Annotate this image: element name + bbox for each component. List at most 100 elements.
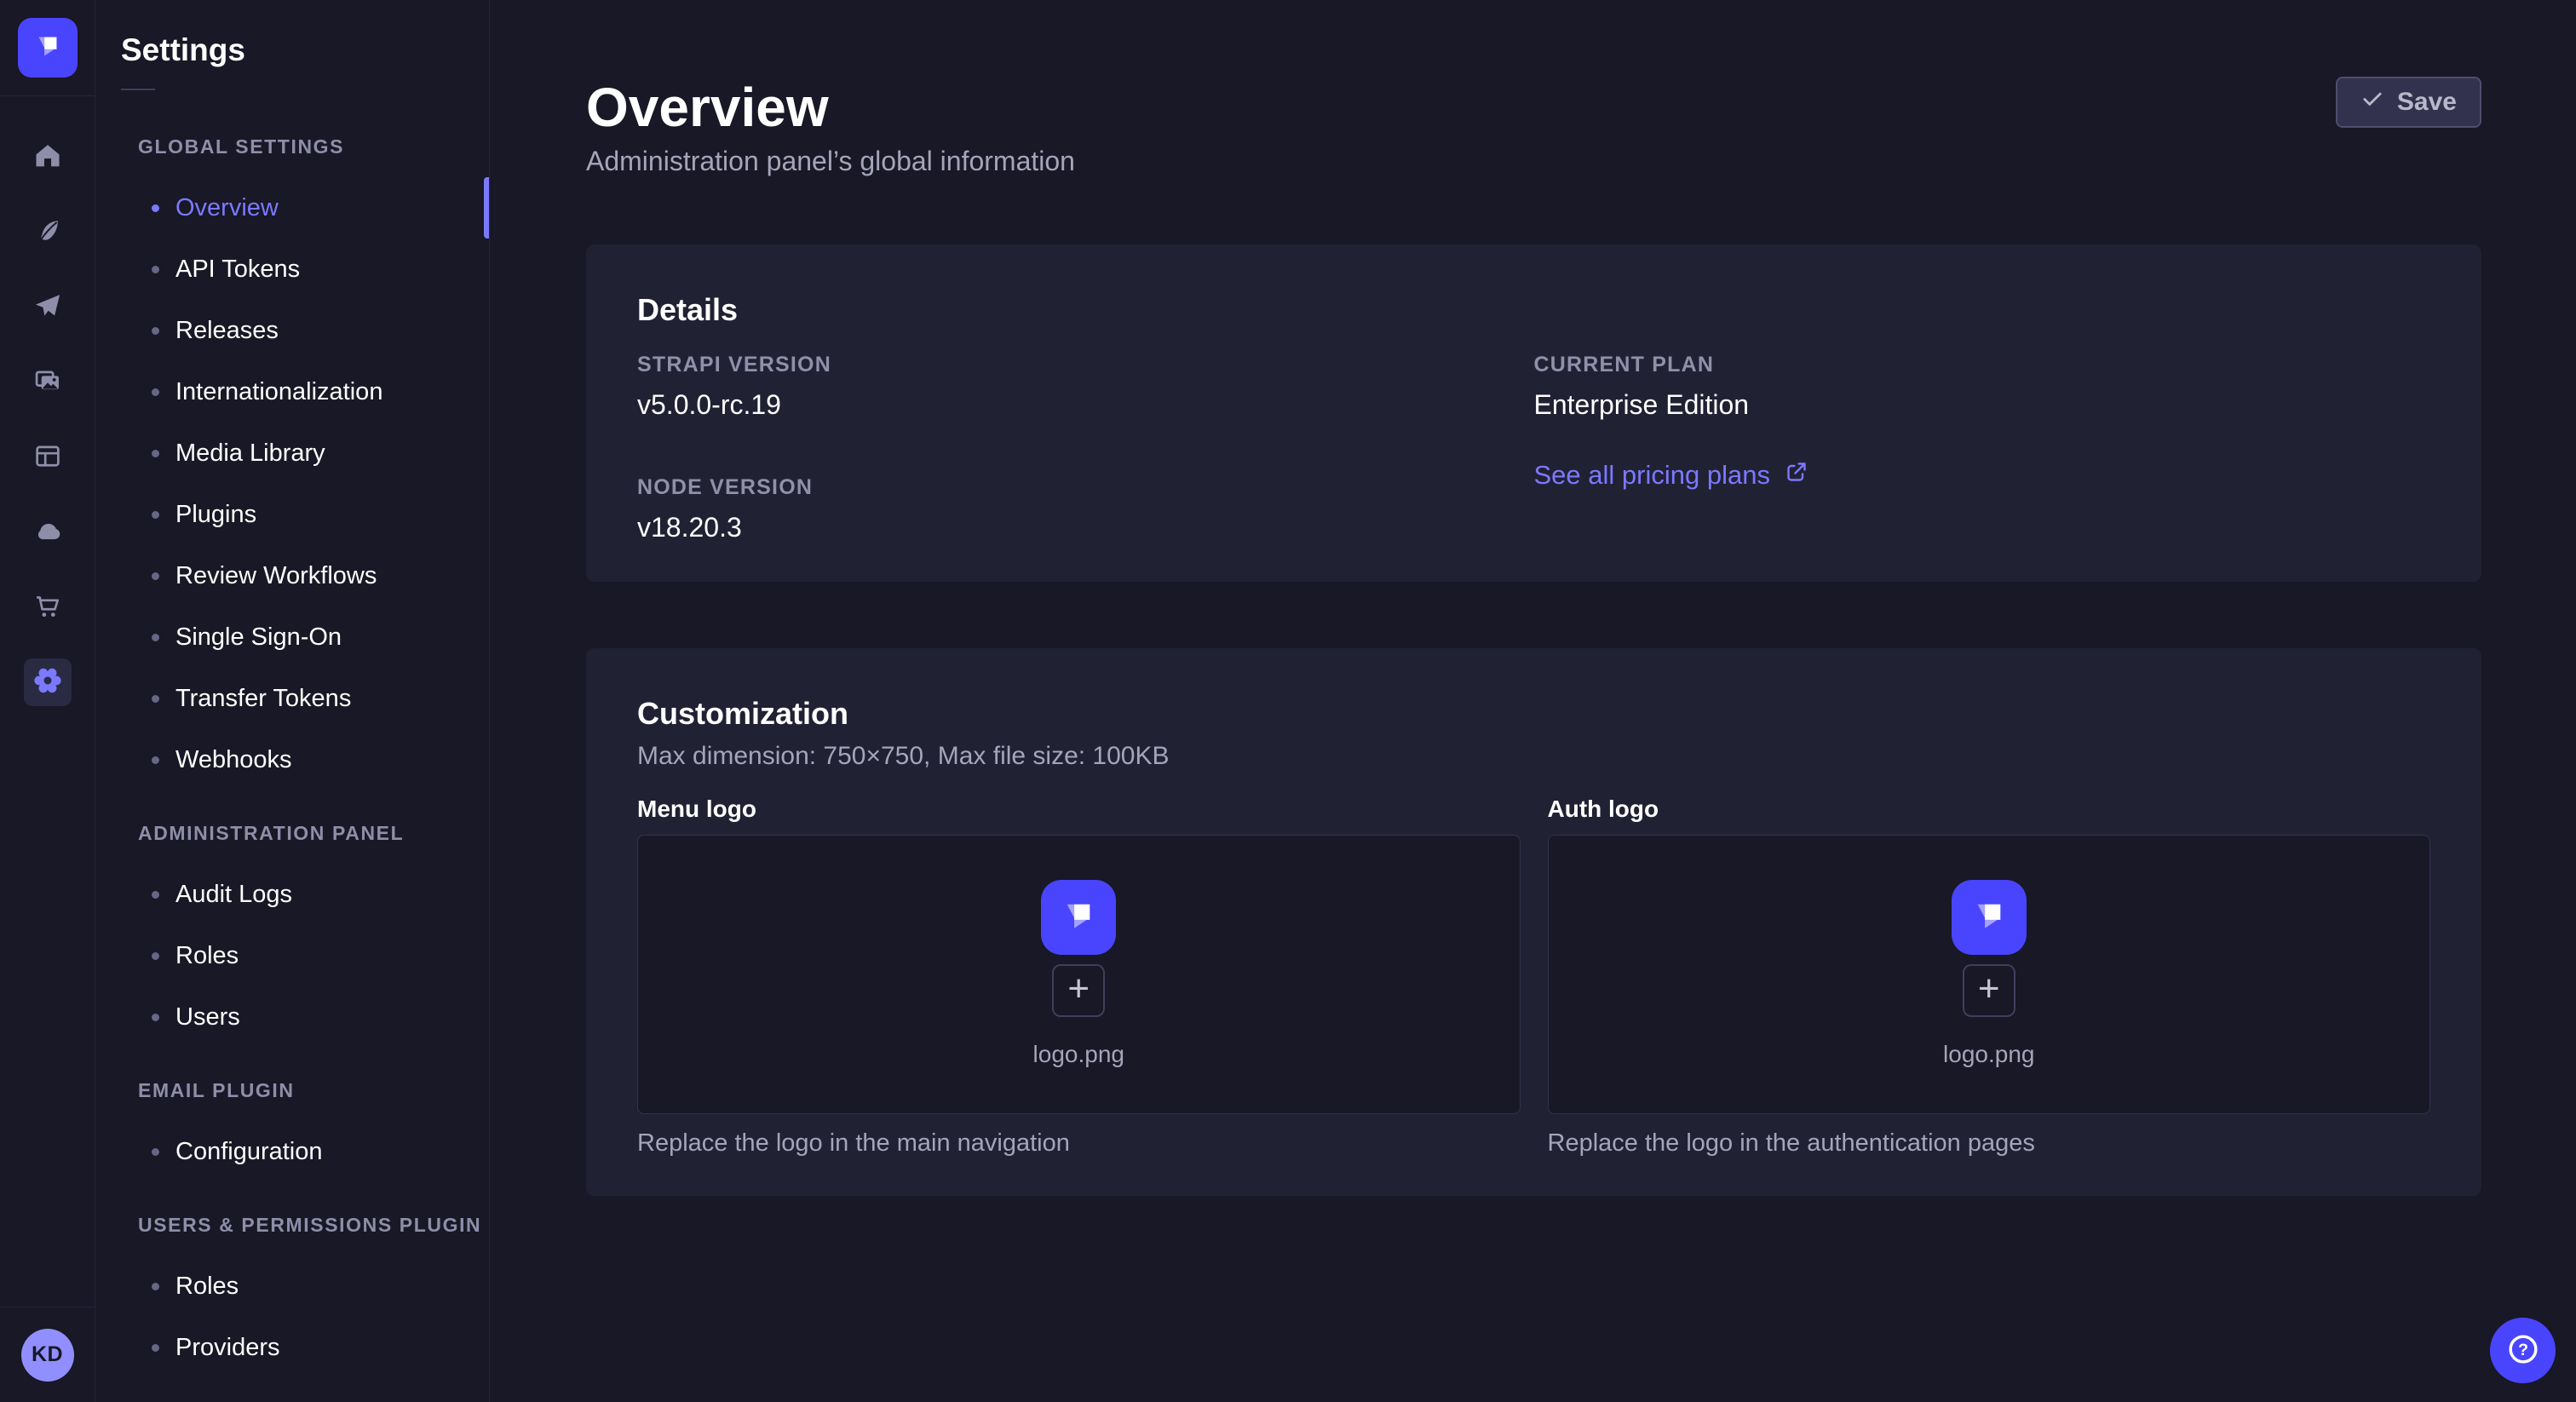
sidebar-item-internationalization[interactable]: Internationalization	[121, 361, 489, 422]
sidebar-nav: GLOBAL SETTINGS Overview API Tokens Rele…	[121, 116, 489, 1378]
current-plan-field: CURRENT PLAN Enterprise Edition	[1534, 352, 2431, 422]
menu-logo-label: Menu logo	[637, 795, 1521, 824]
rail-user-section: KD	[0, 1307, 95, 1402]
page-subtitle: Administration panel’s global informatio…	[586, 144, 1075, 178]
sidebar-item-api-tokens[interactable]: API Tokens	[121, 238, 489, 300]
gear-icon	[31, 664, 65, 702]
sidebar-item-label: Transfer Tokens	[175, 685, 351, 713]
sidebar-item-label: API Tokens	[175, 256, 300, 284]
bullet-icon	[152, 572, 159, 580]
sidebar-item-label: Plugins	[175, 501, 256, 529]
home-icon	[32, 141, 63, 175]
menu-logo-preview	[1041, 880, 1116, 955]
node-version-label: NODE VERSION	[637, 474, 1534, 500]
menu-logo-caption: Replace the logo in the main navigation	[637, 1128, 1521, 1158]
pricing-plans-link[interactable]: See all pricing plans	[1534, 459, 1809, 491]
sidebar-item-email-configuration[interactable]: Configuration	[121, 1121, 489, 1182]
page-title: Overview	[586, 75, 1075, 141]
logo-uploads-row: Menu logo +	[637, 795, 2430, 1158]
user-avatar[interactable]: KD	[21, 1329, 74, 1382]
sidebar-item-audit-logs[interactable]: Audit Logs	[121, 864, 489, 925]
bullet-icon	[152, 388, 159, 396]
sidebar-item-overview[interactable]: Overview	[121, 177, 489, 238]
sidebar-item-admin-users[interactable]: Users	[121, 986, 489, 1048]
rail-logo-section	[0, 0, 95, 96]
menu-logo-filename: logo.png	[1033, 1041, 1124, 1068]
details-card-title: Details	[637, 292, 2430, 328]
page-header: Overview Administration panel’s global i…	[586, 75, 2481, 178]
settings-sidebar: Settings GLOBAL SETTINGS Overview API To…	[95, 0, 490, 1402]
sidebar-item-transfer-tokens[interactable]: Transfer Tokens	[121, 668, 489, 729]
bullet-icon	[152, 327, 159, 335]
rail-item-home[interactable]	[0, 120, 95, 195]
sidebar-item-label: Configuration	[175, 1138, 323, 1166]
node-version-field: NODE VERSION v18.20.3	[637, 474, 1534, 544]
bullet-icon	[152, 204, 159, 212]
strapi-version-label: STRAPI VERSION	[637, 352, 1534, 377]
plus-icon: +	[1978, 970, 2000, 1008]
icon-rail: KD	[0, 0, 95, 1402]
paper-plane-icon	[32, 290, 63, 325]
customization-card-title: Customization	[637, 696, 2430, 732]
rail-item-content-type-builder[interactable]	[0, 420, 95, 495]
bullet-icon	[152, 695, 159, 703]
sidebar-item-label: Review Workflows	[175, 562, 377, 590]
sidebar-item-label: Roles	[175, 1273, 239, 1301]
section-header-email-plugin: EMAIL PLUGIN	[121, 1060, 489, 1121]
help-button[interactable]: ?	[2490, 1318, 2556, 1383]
strapi-version-field: STRAPI VERSION v5.0.0-rc.19	[637, 352, 1534, 422]
auth-logo-caption: Replace the logo in the authentication p…	[1548, 1128, 2431, 1158]
pricing-link-label: See all pricing plans	[1534, 460, 1770, 491]
sidebar-item-releases[interactable]: Releases	[121, 300, 489, 361]
strapi-logo-icon	[1965, 892, 2013, 944]
sidebar-item-webhooks[interactable]: Webhooks	[121, 729, 489, 790]
rail-item-content[interactable]	[0, 195, 95, 270]
menu-logo-add-button[interactable]: +	[1052, 964, 1105, 1017]
rail-item-settings[interactable]	[0, 645, 95, 720]
sidebar-divider	[121, 89, 155, 90]
sidebar-item-label: Overview	[175, 194, 279, 222]
menu-logo-dropzone[interactable]: + logo.png	[637, 835, 1521, 1114]
strapi-logo-icon	[1055, 892, 1102, 944]
save-button[interactable]: Save	[2336, 77, 2481, 128]
sidebar-item-single-sign-on[interactable]: Single Sign-On	[121, 606, 489, 668]
section-header-global-settings: GLOBAL SETTINGS	[121, 116, 489, 177]
sidebar-item-label: Single Sign-On	[175, 623, 342, 652]
external-link-icon	[1784, 459, 1809, 491]
bullet-icon	[152, 511, 159, 519]
bullet-icon	[152, 450, 159, 457]
svg-text:?: ?	[2517, 1341, 2527, 1359]
auth-logo-label: Auth logo	[1548, 795, 2431, 824]
strapi-logo-button[interactable]	[18, 18, 78, 78]
pictures-icon	[32, 365, 63, 400]
rail-item-cloud[interactable]	[0, 495, 95, 570]
sidebar-item-label: Media Library	[175, 440, 325, 468]
sidebar-item-up-roles[interactable]: Roles	[121, 1255, 489, 1317]
sidebar-item-up-providers[interactable]: Providers	[121, 1317, 489, 1378]
rail-item-marketplace[interactable]	[0, 570, 95, 645]
rail-item-deploy[interactable]	[0, 270, 95, 345]
details-card: Details STRAPI VERSION v5.0.0-rc.19 NODE…	[586, 244, 2481, 582]
customization-card: Customization Max dimension: 750×750, Ma…	[586, 648, 2481, 1196]
bullet-icon	[152, 1344, 159, 1352]
rail-item-media[interactable]	[0, 345, 95, 420]
bullet-icon	[152, 891, 159, 899]
plus-icon: +	[1067, 970, 1090, 1008]
sidebar-item-label: Audit Logs	[175, 881, 292, 909]
settings-active-pill	[24, 658, 72, 706]
sidebar-item-label: Internationalization	[175, 378, 382, 406]
sidebar-item-media-library[interactable]: Media Library	[121, 422, 489, 484]
current-plan-value: Enterprise Edition	[1534, 388, 2431, 422]
main-content: Overview Administration panel’s global i…	[490, 0, 2576, 1402]
auth-logo-filename: logo.png	[1943, 1041, 2034, 1068]
strapi-logo-icon	[29, 27, 66, 69]
layout-icon	[32, 440, 63, 475]
question-mark-icon: ?	[2505, 1331, 2541, 1370]
sidebar-item-review-workflows[interactable]: Review Workflows	[121, 545, 489, 606]
section-header-administration-panel: ADMINISTRATION PANEL	[121, 802, 489, 864]
auth-logo-add-button[interactable]: +	[1963, 964, 2015, 1017]
sidebar-item-plugins[interactable]: Plugins	[121, 484, 489, 545]
sidebar-item-admin-roles[interactable]: Roles	[121, 925, 489, 986]
auth-logo-dropzone[interactable]: + logo.png	[1548, 835, 2431, 1114]
sidebar-item-label: Webhooks	[175, 746, 292, 774]
